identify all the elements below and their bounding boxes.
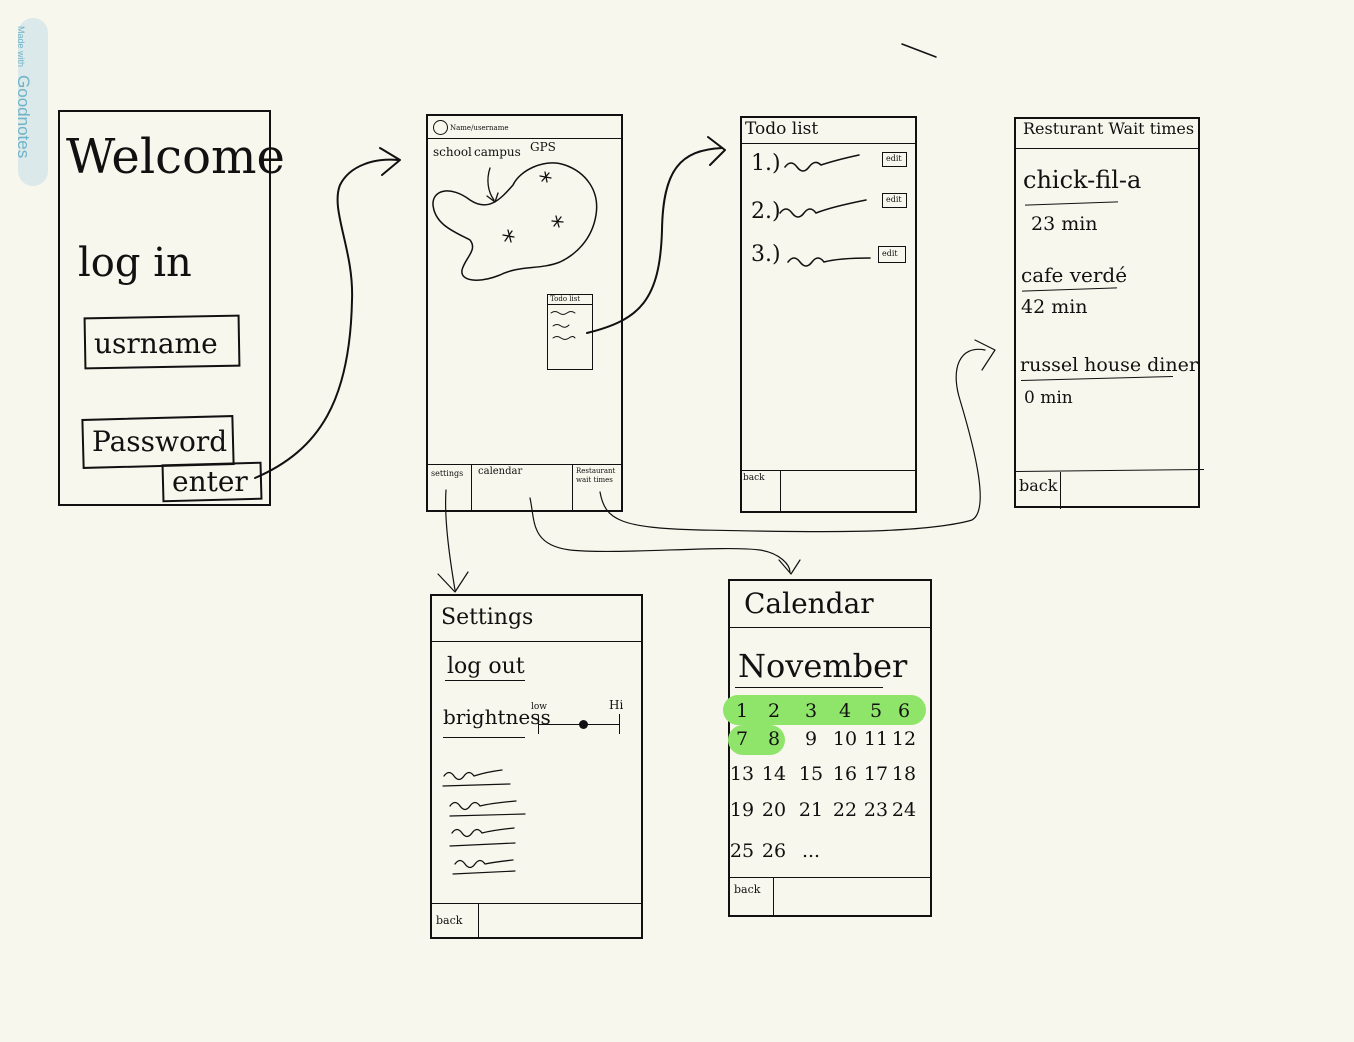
profile-name: Name/username bbox=[450, 124, 509, 132]
calendar-day[interactable]: 5 bbox=[862, 700, 890, 722]
todo-item-2-number: 2.) bbox=[751, 199, 781, 224]
enter-label: enter bbox=[172, 465, 248, 498]
login-subtitle: log in bbox=[78, 240, 192, 286]
restaurant-1-name: chick-fil-a bbox=[1023, 166, 1142, 194]
calendar-day[interactable]: 1 bbox=[728, 700, 756, 722]
calendar-footer-divider bbox=[728, 877, 930, 878]
calendar-day[interactable]: 24 bbox=[890, 799, 918, 821]
brightness-slider-knob[interactable] bbox=[578, 720, 588, 729]
settings-header-divider bbox=[430, 641, 642, 642]
username-label: usrname bbox=[94, 327, 218, 360]
calendar-header-divider bbox=[728, 627, 931, 628]
calendar-day[interactable]: 25 bbox=[728, 840, 756, 862]
todo-header-divider bbox=[740, 143, 916, 144]
restaurant-header-divider bbox=[1014, 148, 1199, 149]
made-with-text: Made with bbox=[16, 26, 26, 68]
todo-back-button[interactable]: back bbox=[743, 474, 765, 483]
calendar-day[interactable]: 3 bbox=[797, 700, 825, 722]
calendar-day[interactable]: 22 bbox=[831, 799, 859, 821]
calendar-day[interactable]: 11 bbox=[862, 728, 890, 750]
flow-login-to-home bbox=[254, 147, 401, 479]
calendar-title: Calendar bbox=[744, 587, 874, 620]
restaurant-3-wait: 0 min bbox=[1024, 388, 1073, 408]
welcome-title: Welcome bbox=[66, 129, 285, 185]
home-nav-divider bbox=[426, 464, 622, 465]
todo-item-3-edit-label: edit bbox=[882, 249, 898, 258]
calendar-day[interactable]: 13 bbox=[728, 763, 756, 785]
restaurant-footer-sep bbox=[1060, 472, 1061, 509]
month-underline bbox=[735, 687, 883, 688]
restaurant-3-name: russel house diner bbox=[1020, 354, 1198, 376]
home-header-divider bbox=[426, 138, 622, 139]
calendar-day[interactable]: 9 bbox=[797, 728, 825, 750]
calendar-back-button[interactable]: back bbox=[734, 884, 760, 895]
logout-underline bbox=[445, 680, 525, 681]
calendar-day[interactable]: 20 bbox=[760, 799, 788, 821]
calendar-day[interactable]: 7 bbox=[728, 728, 756, 750]
mini-todo-widget[interactable] bbox=[547, 294, 593, 370]
calendar-month: November bbox=[738, 647, 908, 685]
home-screen bbox=[426, 114, 623, 512]
slider-low-tick bbox=[538, 716, 539, 734]
settings-back-button[interactable]: back bbox=[436, 915, 462, 926]
mini-todo-title: Todo list bbox=[550, 295, 581, 303]
todo-footer-sep bbox=[780, 470, 781, 512]
nav-restaurant-tab[interactable]: Restaurant wait times bbox=[576, 467, 618, 485]
todo-item-1-edit-label: edit bbox=[886, 154, 902, 163]
todo-footer-divider bbox=[740, 470, 916, 471]
settings-screen bbox=[430, 594, 643, 939]
calendar-day[interactable]: 12 bbox=[890, 728, 918, 750]
calendar-day[interactable]: 2 bbox=[760, 700, 788, 722]
calendar-day[interactable]: 18 bbox=[890, 763, 918, 785]
calendar-day[interactable]: 17 bbox=[862, 763, 890, 785]
restaurant-2-wait: 42 min bbox=[1021, 296, 1088, 318]
todo-item-2-edit-label: edit bbox=[886, 195, 902, 204]
slider-high-tick bbox=[619, 714, 620, 734]
restaurant-2-name: cafe verdé bbox=[1021, 263, 1128, 287]
restaurant-1-wait: 23 min bbox=[1031, 213, 1098, 235]
profile-avatar-icon[interactable] bbox=[433, 120, 448, 135]
brightness-underline bbox=[443, 737, 525, 738]
restaurant-title: Resturant Wait times bbox=[1023, 119, 1195, 138]
calendar-day[interactable]: 16 bbox=[831, 763, 859, 785]
calendar-day[interactable]: 15 bbox=[797, 763, 825, 785]
mini-todo-divider bbox=[547, 304, 593, 305]
map-label-campus: campus bbox=[474, 145, 521, 159]
slider-low-label: low bbox=[531, 702, 548, 712]
calendar-day[interactable]: 26 bbox=[760, 840, 788, 862]
goodnotes-brand: Goodnotes bbox=[14, 75, 33, 159]
todo-item-1-number: 1.) bbox=[751, 151, 781, 176]
calendar-day[interactable]: ... bbox=[797, 840, 825, 862]
home-nav-sep-2 bbox=[572, 464, 573, 511]
calendar-day[interactable]: 8 bbox=[760, 728, 788, 750]
map-label-school: school bbox=[433, 145, 472, 159]
nav-calendar-tab[interactable]: calendar bbox=[478, 467, 522, 477]
calendar-day[interactable]: 19 bbox=[728, 799, 756, 821]
map-label-gps: GPS bbox=[530, 140, 556, 154]
goodnotes-watermark: Made with Goodnotes bbox=[13, 26, 33, 158]
home-nav-sep-1 bbox=[471, 464, 472, 511]
settings-title: Settings bbox=[441, 605, 534, 630]
calendar-day[interactable]: 10 bbox=[831, 728, 859, 750]
stray-stroke bbox=[901, 43, 937, 58]
nav-settings-tab[interactable]: settings bbox=[431, 470, 463, 478]
calendar-day[interactable]: 6 bbox=[890, 700, 918, 722]
logout-link[interactable]: log out bbox=[447, 656, 525, 678]
todo-item-3-number: 3.) bbox=[751, 242, 781, 267]
restaurant-back-button[interactable]: back bbox=[1019, 478, 1057, 494]
calendar-day[interactable]: 21 bbox=[797, 799, 825, 821]
settings-footer-divider bbox=[430, 903, 643, 904]
calendar-day[interactable]: 23 bbox=[862, 799, 890, 821]
calendar-day[interactable]: 4 bbox=[831, 700, 859, 722]
password-label: Password bbox=[92, 425, 228, 458]
calendar-day[interactable]: 14 bbox=[760, 763, 788, 785]
todo-title: Todo list bbox=[745, 119, 819, 139]
settings-footer-sep bbox=[478, 903, 479, 938]
slider-high-label: Hi bbox=[609, 698, 624, 712]
calendar-footer-sep bbox=[773, 877, 774, 916]
